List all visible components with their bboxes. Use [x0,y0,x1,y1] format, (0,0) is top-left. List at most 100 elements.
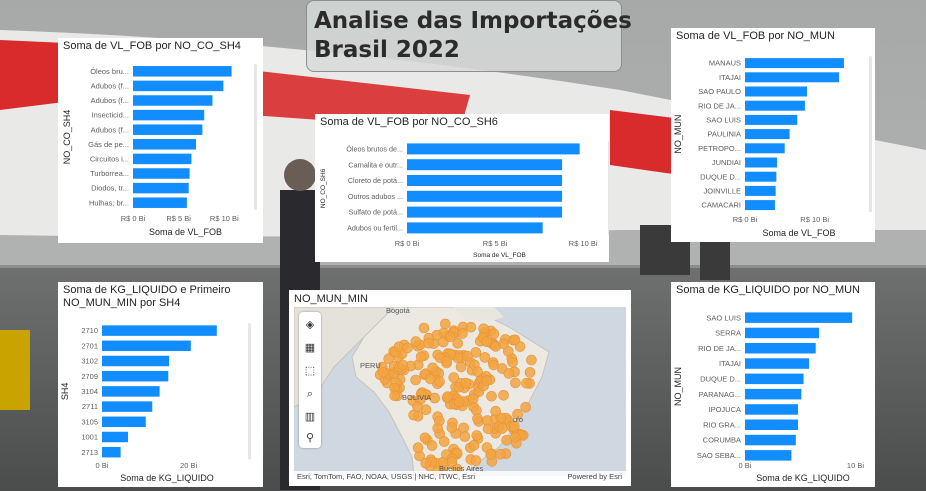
map-marker[interactable] [485,449,497,460]
map-marker[interactable] [520,402,531,413]
bar[interactable] [745,434,796,446]
map-marker[interactable] [420,457,432,469]
map-marker[interactable] [455,361,467,373]
map-marker[interactable] [440,318,451,330]
map-marker[interactable] [415,351,427,363]
bar[interactable] [745,200,775,211]
map-marker[interactable] [410,336,422,347]
bar[interactable] [102,386,160,397]
map-marker[interactable] [442,391,453,402]
bar[interactable] [133,66,232,77]
map-marker[interactable] [446,422,458,433]
map-marker[interactable] [448,372,459,383]
map-marker[interactable] [457,328,468,339]
map-marker[interactable] [521,377,532,389]
scrollbar[interactable] [254,64,257,210]
powered-by-esri[interactable]: Powered by Esri [567,471,622,483]
map-marker[interactable] [467,393,479,405]
map-marker[interactable] [497,423,508,434]
map-marker[interactable] [526,354,537,366]
chart-icon[interactable]: ▥ [303,410,317,424]
bar[interactable] [745,72,840,83]
bar[interactable] [407,175,563,186]
map-marker[interactable] [423,337,434,349]
map-marker[interactable] [510,377,521,389]
map-marker[interactable] [453,396,465,408]
bar[interactable] [133,153,192,165]
bar[interactable] [102,355,170,367]
map-marker[interactable] [426,440,438,451]
bar[interactable] [133,197,187,208]
map-marker[interactable] [481,336,492,348]
attribution-text[interactable]: Esri, TomTom, FAO, NOAA, USGS | NHC, ITW… [297,471,475,483]
bar[interactable] [407,143,580,155]
bar[interactable] [745,129,790,140]
map-marker[interactable] [434,376,445,387]
map-marker[interactable] [472,413,483,424]
bar[interactable] [133,95,213,106]
chart-kg-by-mun[interactable]: Soma de KG_LIQUIDO por NO_MUN SAO LUIS SE… [671,282,875,487]
chart-vlfob-by-sh4[interactable]: Soma de VL_FOB por NO_CO_SH4 Óleos bru..… [58,38,263,243]
map-marker[interactable] [458,422,469,434]
bar[interactable] [745,157,778,168]
bar[interactable] [407,222,543,234]
map-marker[interactable] [408,409,419,421]
bar[interactable] [745,343,816,354]
bar[interactable] [407,190,563,202]
map-marker[interactable] [490,405,501,417]
map-marker[interactable] [434,415,445,427]
bar[interactable] [745,114,798,125]
bar[interactable] [102,325,217,336]
bar[interactable] [745,327,820,339]
map-marker[interactable] [465,321,477,333]
map-marker[interactable] [397,359,409,371]
bar[interactable] [102,370,169,382]
map-marker[interactable] [472,366,483,377]
layers-icon[interactable]: ◈ [303,318,317,332]
bar[interactable] [745,58,844,69]
map-marker[interactable] [481,375,492,386]
bar[interactable] [745,373,804,385]
map-marker[interactable] [510,432,521,443]
map-marker[interactable] [429,392,440,404]
bar[interactable] [102,446,121,458]
map-marker[interactable] [425,373,436,385]
table-icon[interactable]: ▦ [303,341,317,355]
bar[interactable] [133,168,190,179]
map-marker[interactable] [494,448,506,460]
chart-kg-by-sh4[interactable]: Soma de KG_LIQUIDO e Primeiro NO_MUN_MIN… [58,282,263,487]
bar[interactable] [133,182,189,194]
bar[interactable] [745,450,792,461]
bar[interactable] [133,139,196,150]
map-marker[interactable] [482,423,494,435]
map-marker[interactable] [507,356,518,368]
bar[interactable] [133,124,203,135]
map-marker[interactable] [460,377,471,389]
locate-icon[interactable]: ⚲ [303,431,317,445]
bar[interactable] [745,358,810,369]
bar[interactable] [745,388,802,400]
map-marker[interactable] [486,391,497,402]
map-marker[interactable] [444,331,456,343]
map-marker[interactable] [418,322,430,334]
bar[interactable] [102,401,153,412]
bar[interactable] [745,100,805,111]
map-marker[interactable] [419,432,431,444]
map-marker[interactable] [389,390,400,401]
bar[interactable] [102,340,191,352]
map-marker[interactable] [498,338,509,350]
map-marker[interactable] [441,355,452,367]
chart-vlfob-by-mun[interactable]: Soma de VL_FOB por NO_MUN MANAUS ITAJAI SA… [671,28,875,242]
map-marker[interactable] [479,352,491,363]
map-marker[interactable] [488,328,500,340]
bar[interactable] [133,109,205,121]
map-marker[interactable] [524,367,536,378]
map-marker[interactable] [498,390,509,401]
bar[interactable] [745,143,785,154]
search-icon[interactable]: ⌕ [303,387,317,401]
map-view[interactable]: Bogotá PERU BOLIVIA Buenos Aires ulo [294,307,626,476]
map-marker[interactable] [438,436,450,447]
select-icon[interactable]: ⬚ [303,364,317,378]
bar[interactable] [745,419,799,431]
map-marker[interactable] [410,374,421,386]
